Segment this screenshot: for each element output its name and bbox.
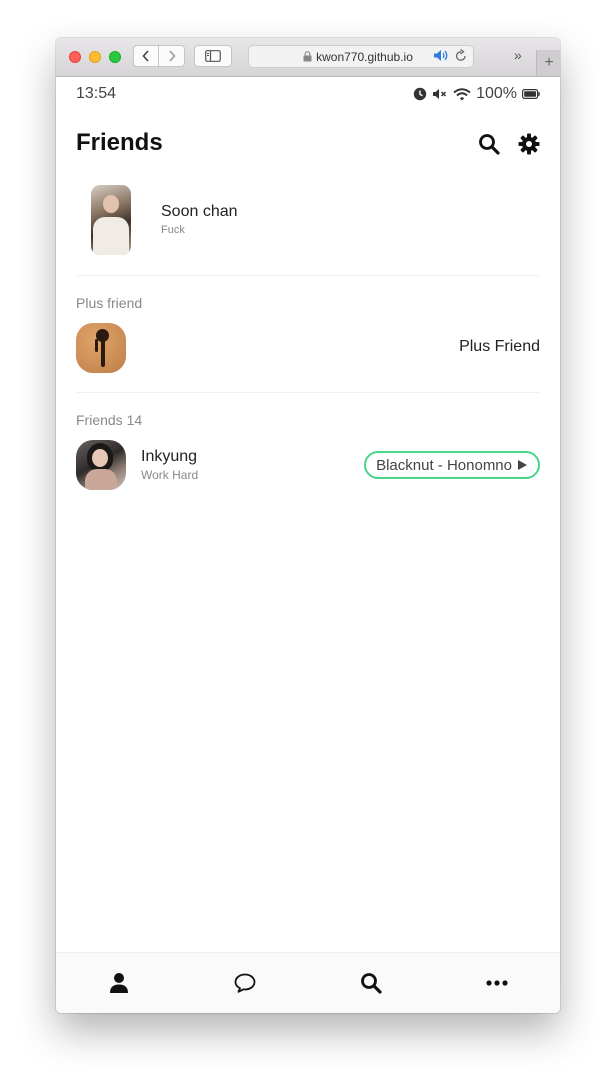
- back-button[interactable]: [133, 45, 159, 67]
- browser-toolbar: kwon770.github.io » +: [56, 38, 560, 77]
- play-icon: [518, 460, 527, 470]
- overflow-icon[interactable]: »: [514, 47, 522, 63]
- page-title: Friends: [76, 129, 163, 156]
- my-status-message: Fuck: [161, 224, 185, 236]
- history-nav: [133, 45, 185, 67]
- speaker-icon[interactable]: [433, 49, 449, 62]
- tab-chats[interactable]: [215, 963, 275, 1003]
- chat-icon: [234, 973, 256, 993]
- my-profile-row[interactable]: Soon chan Fuck: [76, 185, 540, 257]
- music-title: Blacknut - Honomno: [376, 456, 512, 474]
- plus-friend-name[interactable]: Plus Friend: [459, 338, 540, 356]
- battery-percent: 100%: [476, 85, 517, 102]
- close-window-button[interactable]: [69, 51, 81, 63]
- divider: [76, 275, 540, 276]
- new-tab-icon: +: [544, 54, 554, 71]
- address-bar[interactable]: kwon770.github.io: [248, 45, 474, 68]
- search-icon: [361, 973, 382, 994]
- friend-music-pill[interactable]: Blacknut - Honomno: [364, 451, 540, 479]
- my-name: Soon chan: [161, 203, 238, 220]
- back-icon: [142, 50, 149, 62]
- bottom-tab-bar: [56, 952, 560, 1013]
- reload-icon[interactable]: [455, 49, 467, 62]
- alarm-icon: [413, 87, 427, 101]
- friends-section-label: Friends 14: [76, 412, 143, 428]
- status-time: 13:54: [76, 85, 117, 102]
- url-text: kwon770.github.io: [316, 49, 413, 64]
- plus-friend-avatar[interactable]: [76, 323, 126, 373]
- app-screen: 13:54 100% Friends Soon chan Fuck Plus f…: [56, 77, 560, 1013]
- forward-icon: [168, 50, 176, 62]
- friend-row[interactable]: Inkyung Work Hard Blacknut - Honomno: [76, 440, 540, 490]
- status-indicators: 100%: [413, 85, 540, 103]
- zoom-window-button[interactable]: [109, 51, 121, 63]
- status-bar: 13:54 100%: [76, 85, 540, 105]
- user-icon: [110, 973, 128, 993]
- tab-more[interactable]: [467, 963, 527, 1003]
- tab-search[interactable]: [341, 963, 401, 1003]
- tab-friends[interactable]: [89, 963, 149, 1003]
- battery-icon: [522, 89, 540, 99]
- browser-window: kwon770.github.io » + 13:54 100% Friends: [56, 38, 560, 1013]
- friend-status-message: Work Hard: [141, 468, 199, 482]
- address-bar-actions: [433, 49, 467, 62]
- divider: [76, 392, 540, 393]
- header-actions: [478, 133, 540, 155]
- search-icon[interactable]: [478, 133, 500, 155]
- friend-avatar[interactable]: [76, 440, 126, 490]
- more-icon: [486, 980, 508, 986]
- friend-name: Inkyung: [141, 448, 198, 465]
- plus-friend-section-label: Plus friend: [76, 295, 143, 311]
- mute-icon: [433, 89, 447, 99]
- sidebar-toggle-button[interactable]: [194, 45, 232, 67]
- wifi-icon: [453, 87, 471, 100]
- gear-icon[interactable]: [518, 133, 540, 155]
- new-tab-button[interactable]: +: [536, 50, 560, 76]
- sidebar-icon: [205, 50, 221, 62]
- lock-icon: [303, 51, 312, 62]
- minimize-window-button[interactable]: [89, 51, 101, 63]
- my-avatar[interactable]: [91, 185, 131, 255]
- app-header: Friends: [76, 129, 540, 161]
- forward-button[interactable]: [159, 45, 185, 67]
